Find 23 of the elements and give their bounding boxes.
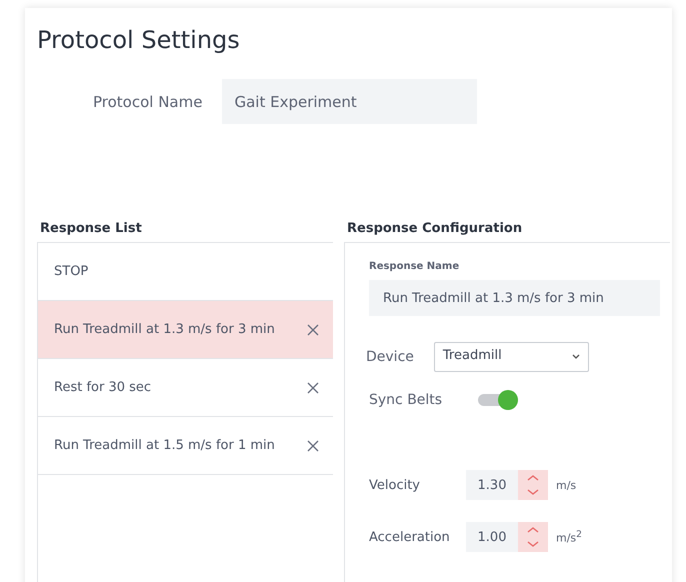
number-field[interactable]: 1.30 (466, 470, 548, 500)
response-item[interactable]: Run Treadmill at 1.3 m/s for 3 min (38, 301, 333, 359)
field-label: Protocol Name (93, 92, 202, 110)
field-label: Acceleration (369, 530, 451, 544)
field-label: Sync Belts (369, 392, 442, 408)
close-icon[interactable] (307, 382, 319, 394)
field-label: Velocity (369, 478, 421, 492)
close-icon[interactable] (307, 324, 319, 336)
unit-label: m/s$^{2}$ (556, 529, 582, 545)
stepper-icon[interactable] (518, 522, 548, 552)
field-label: Response Name (369, 261, 460, 272)
response-name-field[interactable]: Run Treadmill at 1.3 m/s for 3 min (369, 280, 660, 316)
section-heading: Response Configuration (347, 221, 524, 236)
field-label: Device (366, 349, 414, 365)
close-icon[interactable] (307, 440, 319, 452)
chevron-down-icon (572, 354, 580, 360)
page-title: Protocol Settings (37, 25, 241, 56)
device-select[interactable]: Treadmill (434, 342, 589, 372)
section-heading: Response List (40, 221, 143, 236)
unit-label: m/s (556, 478, 576, 492)
protocol-name-field[interactable]: Gait Experiment (222, 79, 478, 124)
stepper-icon[interactable] (518, 470, 548, 500)
number-field[interactable]: 1.00 (466, 522, 548, 552)
